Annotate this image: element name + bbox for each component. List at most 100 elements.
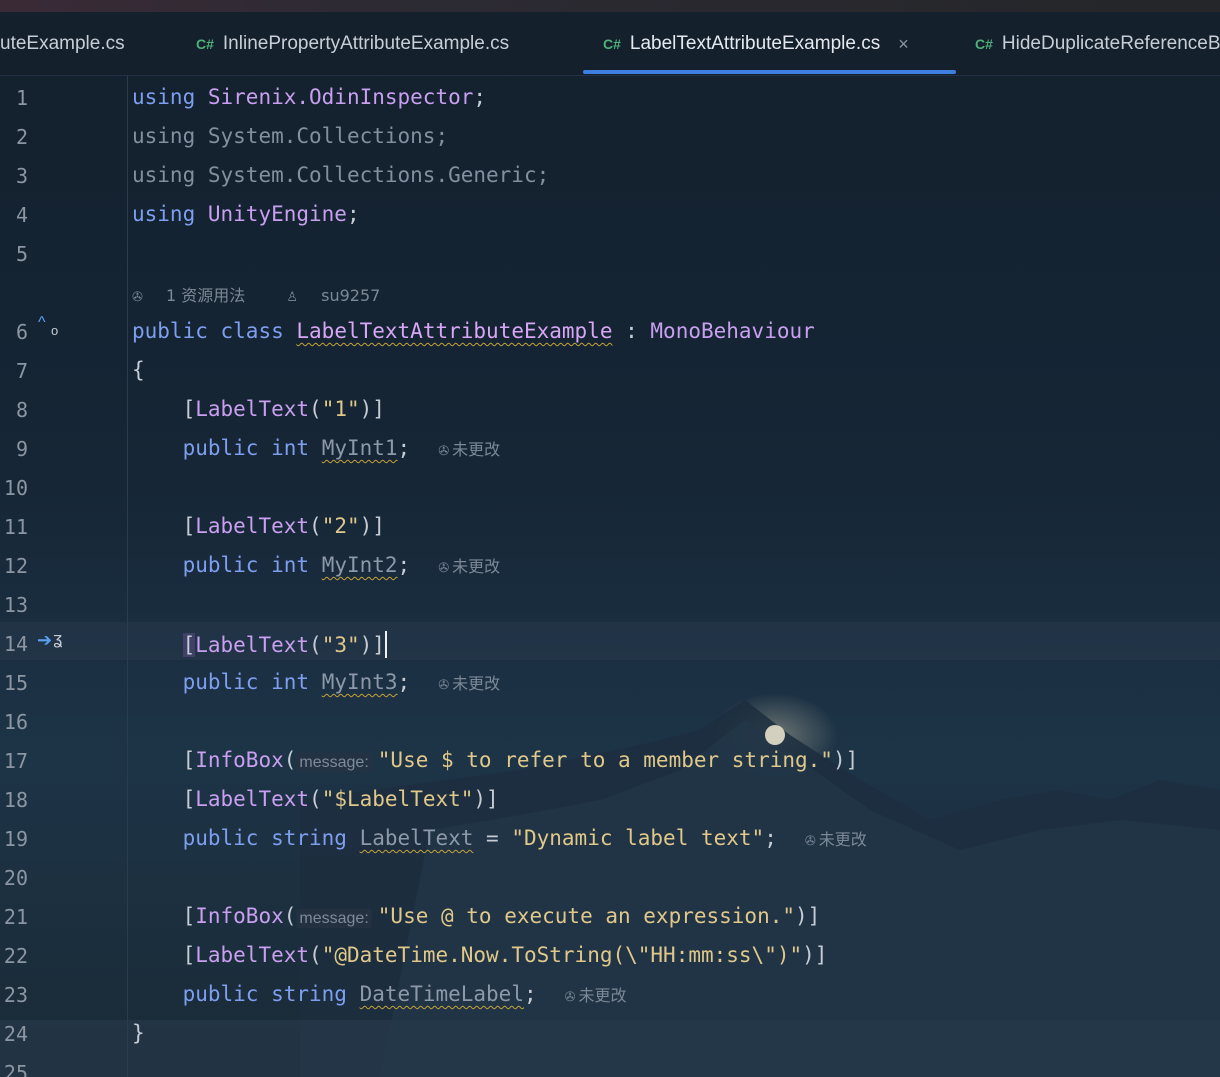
punctuation: ; bbox=[346, 202, 360, 226]
attribute: LabelText bbox=[195, 397, 310, 421]
line-number: 22 bbox=[3, 944, 28, 968]
code-line: 3 using System.Collections.Generic; bbox=[0, 156, 1220, 195]
close-icon[interactable]: × bbox=[898, 34, 909, 55]
tab-hide-duplicate-reference[interactable]: C# HideDuplicateReferenceB bbox=[975, 30, 1220, 58]
field-name: MyInt2 bbox=[321, 553, 398, 577]
user-icon: ♙ bbox=[286, 290, 299, 305]
implements-up-arrow-icon[interactable]: ^ bbox=[38, 314, 46, 332]
namespace: System.Collections.Generic; bbox=[207, 163, 550, 187]
namespace: Sirenix.OdinInspector bbox=[207, 85, 474, 109]
line-number: 9 bbox=[15, 437, 28, 461]
code-line: 19 public string LabelText = "Dynamic la… bbox=[0, 819, 1220, 858]
unchanged-inlay-hint[interactable]: ✇ 未更改 bbox=[438, 674, 500, 693]
line-number: 15 bbox=[3, 671, 28, 695]
unchanged-inlay-hint[interactable]: ✇ 未更改 bbox=[438, 440, 500, 459]
active-tab-indicator bbox=[583, 70, 956, 74]
unchanged-inlay-hint[interactable]: ✇ 未更改 bbox=[805, 830, 867, 849]
code-line: 7 { bbox=[0, 351, 1220, 390]
code-line: 10 bbox=[0, 468, 1220, 507]
namespace: System.Collections; bbox=[207, 124, 449, 148]
punctuation: ; bbox=[473, 85, 487, 109]
line-number: 8 bbox=[15, 398, 28, 422]
keyword: using bbox=[132, 124, 196, 148]
code-line: 9 public int MyInt1; ✇ 未更改 bbox=[0, 429, 1220, 468]
string-literal: "Dynamic label text" bbox=[511, 826, 765, 850]
code-line: 12 public int MyInt2; ✇ 未更改 bbox=[0, 546, 1220, 585]
parameter-name-hint: message: bbox=[296, 753, 372, 772]
keyword: using bbox=[132, 202, 196, 226]
base-class: MonoBehaviour bbox=[650, 319, 815, 343]
line-number: 12 bbox=[3, 554, 28, 578]
line-number: 24 bbox=[3, 1022, 28, 1046]
attribute: InfoBox bbox=[195, 748, 284, 772]
line-number: 11 bbox=[3, 515, 28, 539]
attribute: LabelText bbox=[195, 787, 310, 811]
line-number: 10 bbox=[3, 476, 28, 500]
code-line: 20 bbox=[0, 858, 1220, 897]
string-literal: "@DateTime.Now.ToString(\"HH:mm:ss\")" bbox=[321, 943, 803, 967]
unity-icon: ✇ bbox=[132, 290, 143, 305]
keyword: public bbox=[132, 319, 208, 343]
unchanged-inlay-hint[interactable]: ✇ 未更改 bbox=[565, 986, 627, 1005]
line-number: 21 bbox=[3, 905, 28, 929]
unity-script-icon[interactable]: o bbox=[51, 323, 58, 338]
line-number: 23 bbox=[3, 983, 28, 1007]
line-number: 16 bbox=[3, 710, 28, 734]
code-line: 23 public string DateTimeLabel; ✇ 未更改 bbox=[0, 975, 1220, 1014]
line-number: 14 bbox=[3, 632, 28, 656]
title-strip bbox=[0, 0, 1220, 12]
attribute: LabelText bbox=[195, 943, 310, 967]
usages-lens[interactable]: ✇ 1 资源用法 bbox=[132, 286, 263, 305]
line-number: 4 bbox=[15, 203, 28, 227]
code-line: 13 bbox=[0, 585, 1220, 624]
code-line: 22 [LabelText("@DateTime.Now.ToString(\"… bbox=[0, 936, 1220, 975]
string-literal: "3" bbox=[321, 633, 360, 657]
code-line-current: 14 ➔ ʓ [LabelText("3")] bbox=[0, 624, 1220, 663]
line-number: 19 bbox=[3, 827, 28, 851]
class-name: LabelTextAttributeExample bbox=[296, 319, 613, 343]
field-name: MyInt1 bbox=[321, 436, 398, 460]
arrow-right-icon[interactable]: ➔ bbox=[37, 630, 52, 651]
parameter-name-hint: message: bbox=[296, 909, 372, 928]
code-vision-lens[interactable]: ✇ 1 资源用法 ♙ su9257 bbox=[132, 282, 416, 306]
tab-label: LabelTextAttributeExample.cs bbox=[629, 33, 881, 54]
line-number: 18 bbox=[3, 788, 28, 812]
attribute: LabelText bbox=[195, 514, 310, 538]
csharp-file-icon: C# bbox=[603, 36, 621, 52]
csharp-file-icon: C# bbox=[196, 36, 214, 52]
line-number: 6 bbox=[15, 320, 28, 344]
line-number: 25 bbox=[3, 1061, 28, 1077]
editor-tab-bar: uteExample.cs C# InlinePropertyAttribute… bbox=[0, 12, 1220, 76]
string-literal: "2" bbox=[321, 514, 360, 538]
code-line: 18 [LabelText("$LabelText")] bbox=[0, 780, 1220, 819]
line-number: 1 bbox=[15, 86, 28, 110]
text-cursor bbox=[384, 631, 387, 658]
keyword: using bbox=[132, 163, 196, 187]
line-number: 5 bbox=[15, 242, 28, 266]
csharp-file-icon: C# bbox=[975, 36, 993, 52]
code-line: 5 bbox=[0, 234, 1220, 273]
string-literal: "Use @ to execute an expression." bbox=[377, 904, 796, 928]
code-line: 6 ^ o public class LabelTextAttributeExa… bbox=[0, 312, 1220, 351]
code-line: 17 [InfoBox(message: "Use $ to refer to a… bbox=[0, 741, 1220, 780]
unchanged-inlay-hint[interactable]: ✇ 未更改 bbox=[438, 557, 500, 576]
code-line: 21 [InfoBox(message: "Use @ to execute an… bbox=[0, 897, 1220, 936]
attribute: LabelText bbox=[195, 633, 310, 657]
string-literal: "1" bbox=[321, 397, 360, 421]
tab-ute-example[interactable]: uteExample.cs bbox=[0, 30, 125, 58]
unity-icon: ✇ bbox=[438, 444, 450, 459]
unity-icon: ✇ bbox=[438, 561, 450, 576]
string-literal: "$LabelText" bbox=[321, 787, 474, 811]
line-number: 2 bbox=[15, 125, 28, 149]
line-number: 17 bbox=[3, 749, 28, 773]
attribute-gutter-icon[interactable]: ʓ bbox=[53, 629, 62, 649]
tab-label-text-attribute-example[interactable]: C# LabelTextAttributeExample.cs × bbox=[603, 30, 909, 58]
code-line: 1 using Sirenix.OdinInspector; bbox=[0, 78, 1220, 117]
code-line: 24 } bbox=[0, 1014, 1220, 1053]
tab-label: InlinePropertyAttributeExample.cs bbox=[222, 33, 510, 54]
line-number: 13 bbox=[3, 593, 28, 617]
tab-inline-property-attribute-example[interactable]: C# InlinePropertyAttributeExample.cs bbox=[196, 30, 509, 58]
unity-icon: ✇ bbox=[804, 834, 816, 849]
attribute: InfoBox bbox=[195, 904, 284, 928]
author-lens[interactable]: ♙ su9257 bbox=[286, 286, 398, 305]
